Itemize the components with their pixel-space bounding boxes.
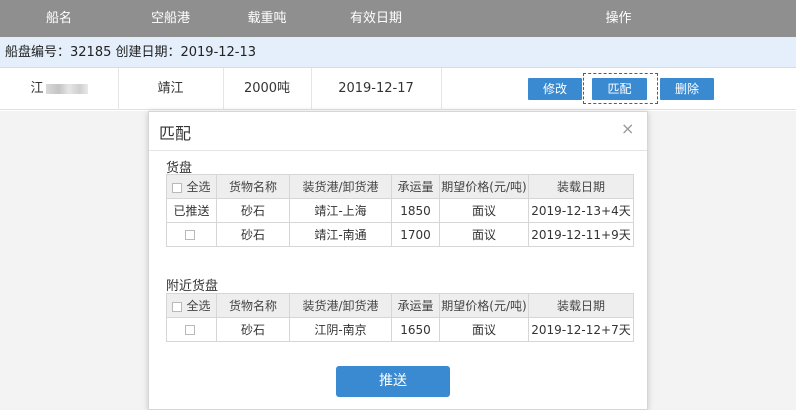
column-header: 装货港/卸货港: [289, 293, 392, 318]
column-header: 期望价格(元/吨): [439, 293, 529, 318]
cargo-table: 全选 货物名称 装货港/卸货港 承运量 期望价格(元/吨) 装载日期 已推送 砂…: [166, 174, 634, 247]
nearby-cargo-table: 全选 货物名称 装货港/卸货港 承运量 期望价格(元/吨) 装载日期 砂石 江阴…: [166, 293, 634, 342]
table-header-row: 全选 货物名称 装货港/卸货港 承运量 期望价格(元/吨) 装载日期: [166, 174, 634, 199]
date-cell: 2019-12-11+9天: [528, 222, 634, 247]
volume-cell: 1700: [391, 222, 440, 247]
col-empty-port: 空船港: [150, 11, 190, 26]
volume-cell: 1850: [391, 198, 440, 223]
table-row: 砂石 靖江-南通 1700 面议 2019-12-11+9天: [166, 222, 634, 247]
price-cell: 面议: [439, 317, 529, 342]
column-header: 承运量: [391, 174, 440, 199]
checkbox[interactable]: [184, 325, 195, 335]
volume-cell: 1650: [391, 317, 440, 342]
edit-button[interactable]: 修改: [528, 78, 582, 100]
column-header: 装载日期: [528, 174, 634, 199]
date-cell: 2019-12-12+7天: [528, 317, 634, 342]
row-checkbox-cell[interactable]: [166, 317, 217, 342]
valid-date-cell: 2019-12-17: [338, 81, 414, 96]
main-table-header: 船名 空船港 载重吨 有效日期 操作: [0, 0, 796, 37]
dialog-divider: [149, 150, 647, 151]
date-cell: 2019-12-13+4天: [528, 198, 634, 223]
col-valid-date: 有效日期: [349, 11, 402, 26]
close-icon[interactable]: ×: [621, 121, 635, 137]
table-header-row: 全选 货物名称 装货港/卸货港 承运量 期望价格(元/吨) 装载日期: [166, 293, 634, 318]
match-button-focus-ring: [583, 73, 658, 104]
cargo-name-cell: 砂石: [216, 198, 290, 223]
ship-name: 江: [30, 81, 44, 96]
column-header: 装载日期: [528, 293, 634, 318]
cargo-name-cell: 砂石: [216, 222, 290, 247]
load-tons-cell: 2000吨: [243, 81, 291, 96]
delete-button[interactable]: 删除: [660, 78, 714, 100]
column-header: 期望价格(元/吨): [439, 174, 529, 199]
checkbox[interactable]: [172, 301, 183, 312]
checkbox[interactable]: [184, 230, 195, 240]
row-checkbox-cell[interactable]: [166, 222, 217, 247]
col-actions: 操作: [605, 11, 632, 26]
push-button[interactable]: 推送: [336, 366, 450, 397]
route-cell: 靖江-南通: [289, 222, 392, 247]
col-ship-name: 船名: [45, 11, 72, 26]
column-header: 货物名称: [216, 174, 290, 199]
price-cell: 面议: [439, 222, 529, 247]
route-cell: 江阴-南京: [289, 317, 392, 342]
route-cell: 靖江-上海: [289, 198, 392, 223]
match-dialog: 匹配 × 货盘 全选 货物名称 装货港/卸货港 承运量 期望价格(元/吨) 装载…: [148, 111, 648, 410]
pushed-status: 已推送: [166, 198, 217, 223]
checkbox[interactable]: [172, 182, 183, 193]
price-cell: 面议: [439, 198, 529, 223]
nearby-section-title: 附近货盘: [166, 279, 219, 294]
table-row: 砂石 江阴-南京 1650 面议 2019-12-12+7天: [166, 317, 634, 342]
select-all-header[interactable]: 全选: [166, 174, 217, 199]
col-load-tons: 载重吨: [247, 11, 287, 26]
table-row: 已推送 砂石 靖江-上海 1850 面议 2019-12-13+4天: [166, 198, 634, 223]
column-header: 货物名称: [216, 293, 290, 318]
empty-port-cell: 靖江: [157, 81, 184, 96]
table-row: 江 靖江 2000吨 2019-12-17 修改 匹配 删除: [0, 68, 796, 110]
column-header: 承运量: [391, 293, 440, 318]
dialog-title: 匹配: [159, 124, 192, 143]
ship-info-bar: 船盘编号：32185 创建日期：2019-12-13: [0, 37, 796, 68]
ship-name-cell: 江: [0, 68, 118, 110]
blurred-text: [45, 83, 88, 94]
column-header: 装货港/卸货港: [289, 174, 392, 199]
cargo-name-cell: 砂石: [216, 317, 290, 342]
divider: [441, 68, 442, 110]
page: 船名 空船港 载重吨 有效日期 操作 船盘编号：32185 创建日期：2019-…: [0, 0, 796, 410]
select-all-header[interactable]: 全选: [166, 293, 217, 318]
